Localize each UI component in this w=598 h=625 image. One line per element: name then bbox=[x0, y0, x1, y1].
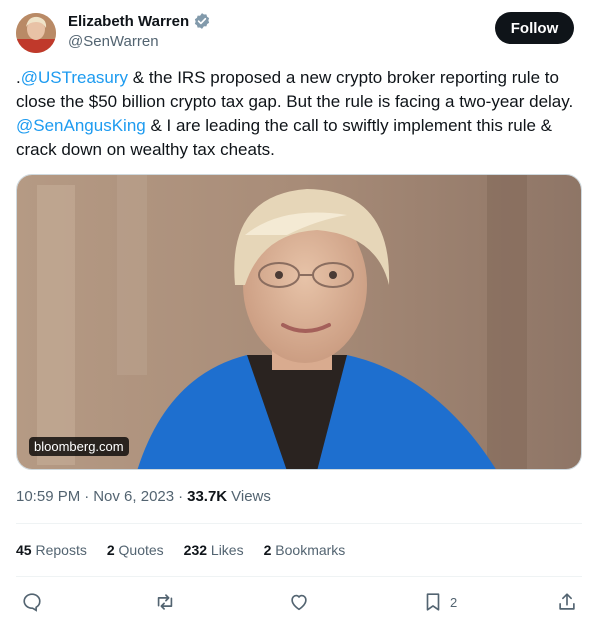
reposts-stat[interactable]: 45 Reposts bbox=[16, 542, 87, 558]
divider bbox=[16, 523, 582, 524]
bookmark-icon bbox=[426, 593, 440, 611]
tweet-date[interactable]: Nov 6, 2023 bbox=[93, 488, 174, 505]
verified-badge-icon bbox=[193, 12, 211, 30]
like-button[interactable] bbox=[288, 589, 310, 615]
mention-link-ustreasury[interactable]: @USTreasury bbox=[21, 68, 128, 87]
bookmarks-stat[interactable]: 2 Bookmarks bbox=[264, 542, 346, 558]
meta-separator: · bbox=[84, 488, 90, 505]
share-icon bbox=[559, 593, 575, 610]
bookmark-count: 2 bbox=[450, 594, 458, 610]
engagement-stats: 45 Reposts 2 Quotes 232 Likes 2 Bookmark… bbox=[16, 542, 345, 558]
quotes-count: 2 bbox=[106, 542, 115, 558]
link-source-label: bloomberg.com bbox=[29, 437, 129, 456]
views-label: Views bbox=[231, 488, 271, 505]
bookmarks-label: Bookmarks bbox=[275, 542, 346, 558]
views-count[interactable]: 33.7K bbox=[187, 488, 227, 505]
action-bar: 2 bbox=[0, 589, 598, 617]
reply-button[interactable] bbox=[21, 589, 43, 615]
display-name[interactable]: Elizabeth Warren bbox=[68, 13, 189, 30]
follow-button[interactable]: Follow bbox=[495, 12, 574, 44]
avatar[interactable] bbox=[16, 13, 56, 53]
heart-icon bbox=[291, 594, 307, 611]
divider bbox=[16, 576, 582, 577]
bookmarks-count: 2 bbox=[263, 542, 272, 558]
reposts-label: Reposts bbox=[35, 542, 87, 558]
likes-label: Likes bbox=[210, 542, 244, 558]
repost-icon bbox=[157, 594, 173, 610]
bookmark-button[interactable]: 2 bbox=[422, 589, 457, 615]
reposts-count: 45 bbox=[16, 542, 32, 558]
author-handle[interactable]: @SenWarren bbox=[68, 33, 159, 50]
tweet-time[interactable]: 10:59 PM bbox=[16, 488, 80, 505]
quotes-label: Quotes bbox=[118, 542, 164, 558]
link-card-image[interactable]: bloomberg.com bbox=[16, 174, 582, 470]
portrait-photo bbox=[17, 175, 581, 469]
reply-icon bbox=[23, 593, 41, 612]
mention-link-senanguskingdom[interactable]: @SenAngusKing bbox=[16, 116, 146, 135]
share-button[interactable] bbox=[556, 589, 578, 615]
quotes-stat[interactable]: 2 Quotes bbox=[107, 542, 164, 558]
likes-stat[interactable]: 232 Likes bbox=[184, 542, 244, 558]
repost-button[interactable] bbox=[154, 589, 176, 615]
likes-count: 232 bbox=[183, 542, 208, 558]
meta-separator: · bbox=[178, 488, 184, 505]
tweet-text: .@USTreasury & the IRS proposed a new cr… bbox=[16, 66, 576, 162]
author-name-row[interactable]: Elizabeth Warren bbox=[68, 12, 211, 30]
tweet-meta: 10:59 PM · Nov 6, 2023 · 33.7K Views bbox=[16, 488, 271, 505]
